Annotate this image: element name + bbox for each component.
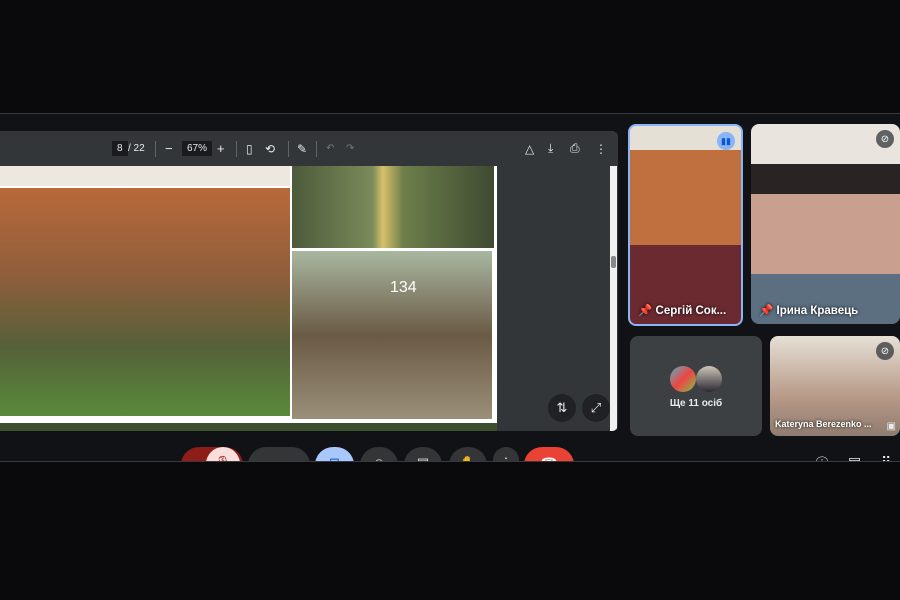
captions-icon: ▤ [417, 455, 429, 461]
participant-name: Kateryna Berezenko ... [775, 419, 872, 429]
forest-photo-3: 134 [292, 251, 492, 419]
zoom-out-button[interactable]: − [165, 141, 173, 156]
redo-icon[interactable]: ↷ [346, 143, 354, 154]
pdf-page: 134 [0, 166, 497, 431]
divider [316, 140, 317, 157]
participant-name-text: Ірина Кравець [776, 305, 859, 317]
hand-icon: ✋ [460, 455, 476, 461]
others-count: Ще 11 осіб [669, 398, 723, 409]
more-options-button[interactable]: ⋮ [493, 447, 519, 461]
avatar [696, 366, 722, 392]
participant-name: 📌 Ірина Кравець [759, 305, 859, 317]
emoji-button[interactable]: ☺ [360, 447, 398, 461]
tree-number-label: 134 [390, 279, 417, 296]
others-tile[interactable]: Ще 11 осіб [630, 336, 762, 436]
end-call-icon: ☎ [541, 455, 557, 461]
pdf-scrollbar[interactable] [610, 166, 617, 431]
download-icon[interactable]: ⤓ [548, 141, 553, 156]
mic-off-icon: ⊘ [876, 342, 894, 360]
scrollbar-thumb[interactable] [611, 256, 616, 268]
captions-button[interactable]: ▤ [404, 447, 442, 461]
total-pages: / 22 [128, 143, 145, 154]
forest-photo-1 [0, 188, 290, 416]
divider [288, 140, 289, 157]
pdf-viewer: 8 / 22 − 67% + ▯ ⟲ ✎ ↶ ↷ △ ⤓ ⎙ ⋮ 134 ⇅ ⤢ [0, 131, 618, 431]
more-icon: ⋮ [500, 455, 513, 461]
fullscreen-icon[interactable]: ⤢ [582, 394, 610, 422]
fit-page-icon[interactable]: ▯ [246, 142, 253, 156]
camera-button[interactable]: ▭ [248, 447, 310, 461]
participant-name-text: Сергій Сок... [655, 305, 727, 317]
chat-icon[interactable]: ▤ [848, 454, 861, 461]
zoom-in-button[interactable]: + [217, 141, 225, 156]
participant-name: 📌 Сергій Сок... [638, 305, 727, 317]
leave-call-button[interactable]: ☎ [524, 447, 574, 461]
participant-tile[interactable]: ▮▮ 📌 Сергій Сок... [628, 124, 743, 326]
annotate-icon[interactable]: ✎ [297, 142, 307, 156]
print-icon[interactable]: ⎙ [570, 141, 580, 156]
present-button[interactable]: ⊡ [315, 447, 354, 461]
rotate-icon[interactable]: ⟲ [265, 142, 275, 156]
speaking-indicator-icon: ▮▮ [717, 132, 735, 150]
mic-off-icon: ⊘ [876, 130, 894, 148]
more-options-icon[interactable]: ⋮ [595, 142, 607, 156]
swap-icon[interactable]: ⇅ [548, 394, 576, 422]
activities-icon[interactable]: ⠿ [881, 454, 891, 461]
participant-tile[interactable]: ⊘ 📌 Ірина Кравець [751, 124, 900, 324]
forest-photo-2 [292, 166, 494, 248]
pdf-toolbar: 8 / 22 − 67% + ▯ ⟲ ✎ ↶ ↷ △ ⤓ ⎙ ⋮ [0, 131, 618, 166]
avatar [670, 366, 696, 392]
undo-icon[interactable]: ↶ [326, 143, 334, 154]
drive-add-icon[interactable]: △ [525, 142, 534, 156]
divider [236, 140, 237, 157]
divider [155, 140, 156, 157]
picture-in-picture-icon[interactable]: ▣ [887, 421, 896, 432]
page-text-strip [0, 166, 290, 186]
meeting-stage: 8 / 22 − 67% + ▯ ⟲ ✎ ↶ ↷ △ ⤓ ⎙ ⋮ 134 ⇅ ⤢… [0, 113, 900, 462]
zoom-input[interactable]: 67% [182, 141, 213, 156]
forest-photo-4 [0, 423, 497, 431]
info-icon[interactable]: ⓘ [815, 454, 829, 461]
emoji-icon: ☺ [372, 455, 385, 461]
participant-tile[interactable]: ⊘ Kateryna Berezenko ... ▣ [770, 336, 900, 436]
camera-icon: ▭ [285, 455, 297, 461]
present-icon: ⊡ [329, 455, 340, 461]
mic-off-icon: 🎙 [206, 447, 240, 461]
mic-button[interactable]: 🎙 [181, 447, 243, 461]
page-number-input[interactable]: 8 [112, 141, 128, 156]
raise-hand-button[interactable]: ✋ [449, 447, 487, 461]
